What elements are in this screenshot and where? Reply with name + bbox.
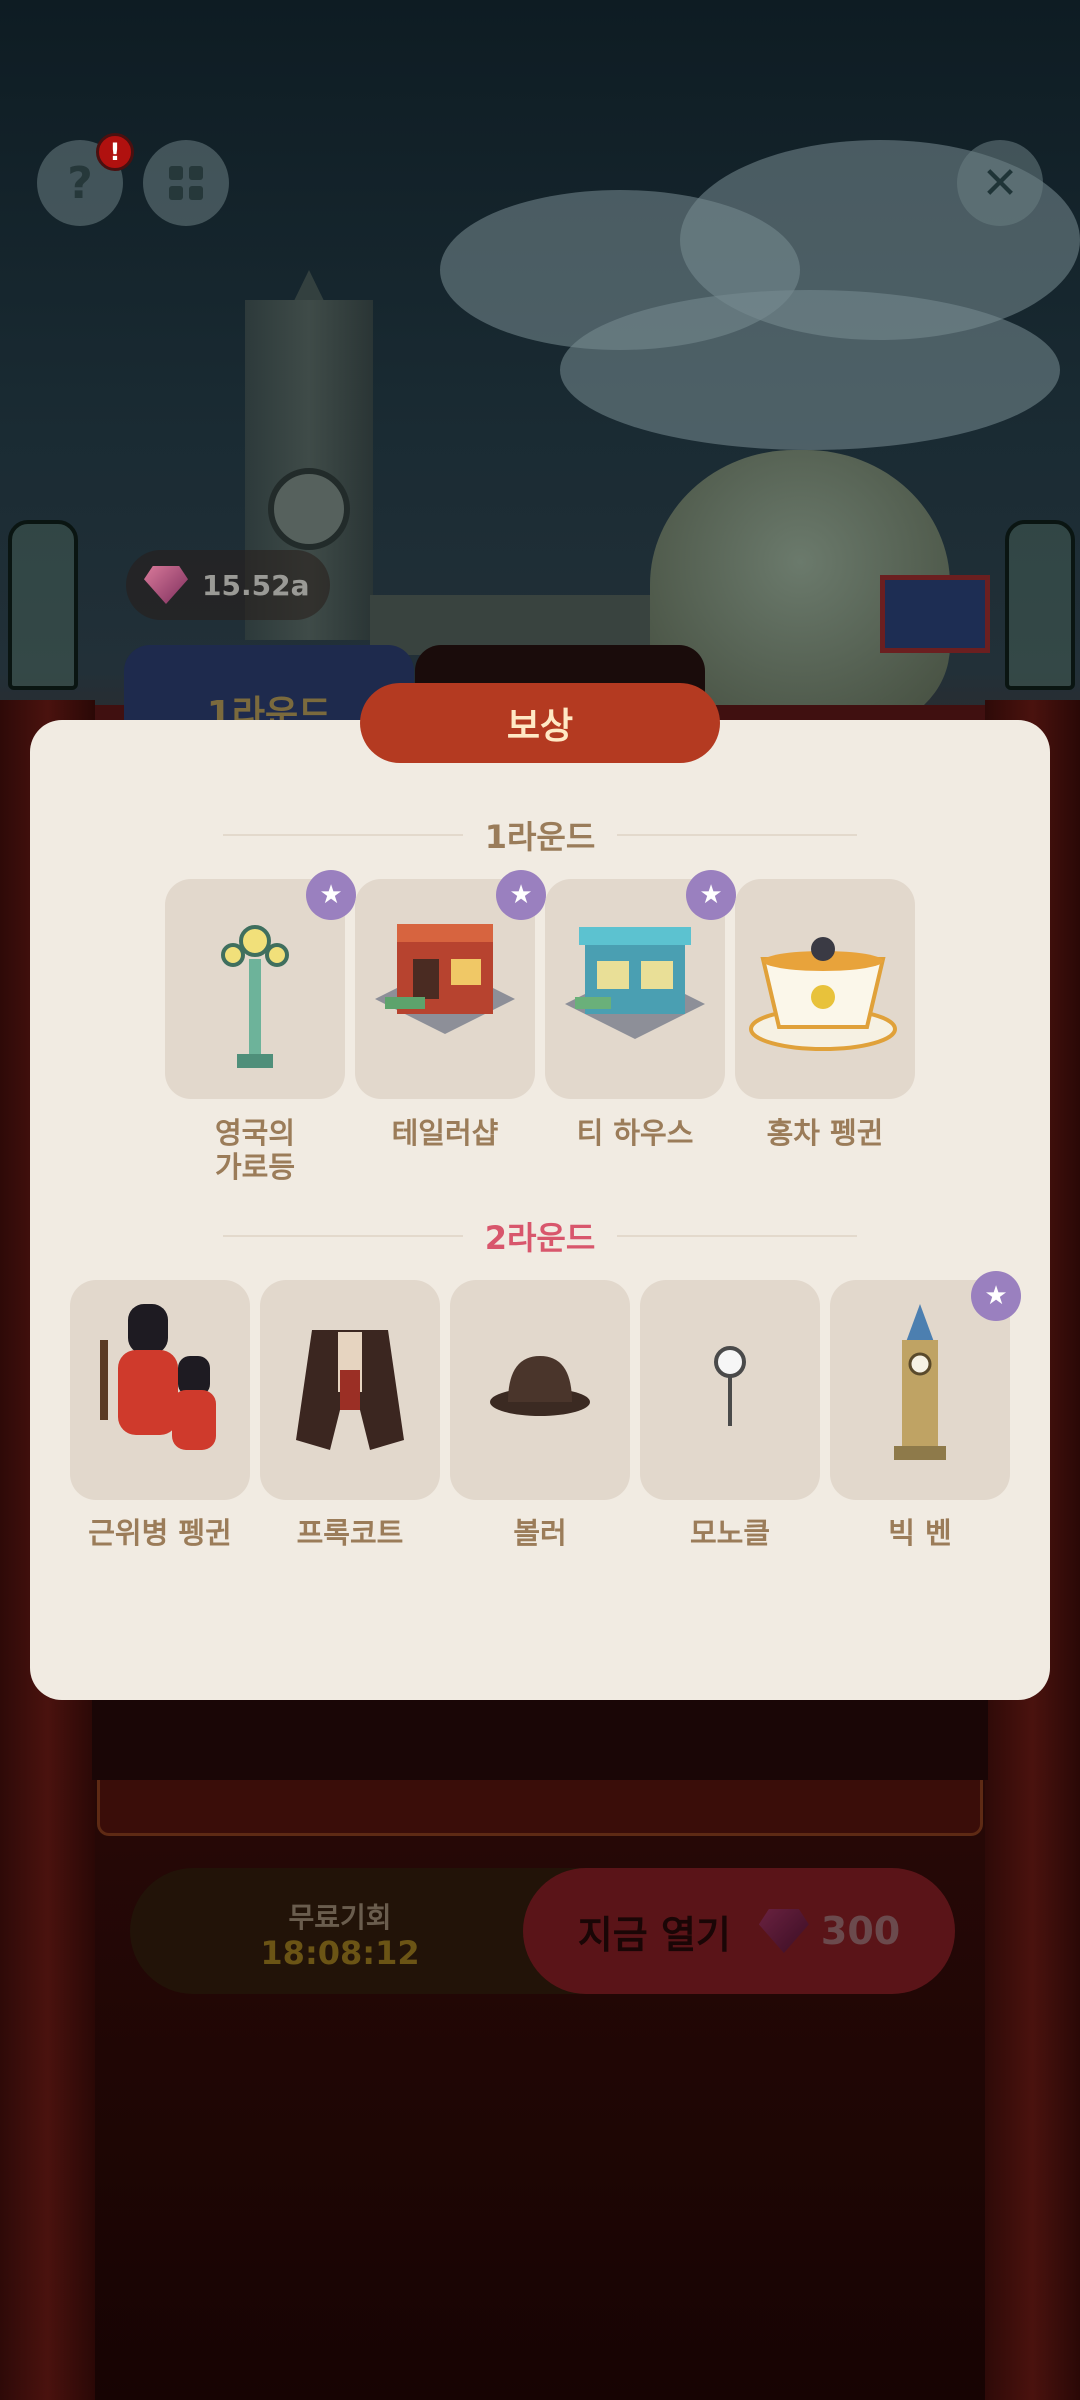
gem-icon <box>144 566 188 604</box>
reward-label: 홍차 펭귄 <box>766 1116 884 1150</box>
reward-label: 근위병 펭귄 <box>88 1516 232 1550</box>
open-now-button[interactable]: 지금 열기 300 <box>523 1868 955 1994</box>
frock-coat-icon <box>296 1330 404 1450</box>
reward-tile-frock-coat[interactable] <box>260 1280 440 1500</box>
alert-badge: ! <box>96 133 134 171</box>
reward-tile-bowler[interactable] <box>450 1280 630 1500</box>
reward-label: 빅 벤 <box>888 1516 952 1550</box>
street-lamp-right <box>1005 520 1075 690</box>
reward-tile-tea-penguin[interactable] <box>735 879 915 1099</box>
open-now-price: 300 <box>820 1909 901 1953</box>
union-jack-flag <box>880 575 990 653</box>
round-1-section-title: 1라운드 <box>0 812 1080 858</box>
reward-label: 볼러 <box>513 1516 567 1550</box>
tea-penguin-icon <box>749 937 897 1051</box>
star-badge: ★ <box>971 1271 1021 1321</box>
free-chance-timer: 18:08:12 <box>260 1934 420 1972</box>
bowler-hat-icon <box>490 1356 590 1416</box>
gem-icon <box>758 1909 809 1953</box>
cloud <box>560 290 1060 450</box>
monocle-icon <box>714 1346 746 1426</box>
street-lamp-left <box>8 520 78 690</box>
round-2-section-title: 2라운드 <box>0 1213 1080 1259</box>
reward-label: 모노클 <box>689 1516 771 1550</box>
open-now-label: 지금 열기 <box>577 1912 731 1957</box>
star-badge: ★ <box>306 870 356 920</box>
close-button[interactable]: ✕ <box>957 140 1043 226</box>
rewards-modal-title: 보상 <box>360 683 720 763</box>
reward-label: 영국의 가로등 <box>214 1116 296 1184</box>
reward-label: 티 하우스 <box>576 1116 694 1150</box>
reward-tile-guard-penguin[interactable] <box>70 1280 250 1500</box>
question-icon: ? <box>67 157 93 209</box>
card-area <box>92 1690 988 1780</box>
gem-balance-value: 15.52a <box>202 568 310 602</box>
reward-label: 테일러샵 <box>391 1116 499 1150</box>
free-chance-label: 무료기회 <box>288 1901 392 1934</box>
gem-balance: 15.52a <box>126 550 330 620</box>
grid-icon <box>169 166 203 200</box>
menu-grid-button[interactable] <box>143 140 229 226</box>
rewards-modal <box>30 720 1050 1700</box>
reward-label: 프록코트 <box>296 1516 404 1550</box>
star-badge: ★ <box>686 870 736 920</box>
shelf-frame <box>97 1780 983 1836</box>
reward-tile-monocle[interactable] <box>640 1280 820 1500</box>
close-icon: ✕ <box>981 157 1019 209</box>
guard-penguin-icon <box>100 1304 216 1450</box>
star-badge: ★ <box>496 870 546 920</box>
clock-face <box>268 468 350 550</box>
